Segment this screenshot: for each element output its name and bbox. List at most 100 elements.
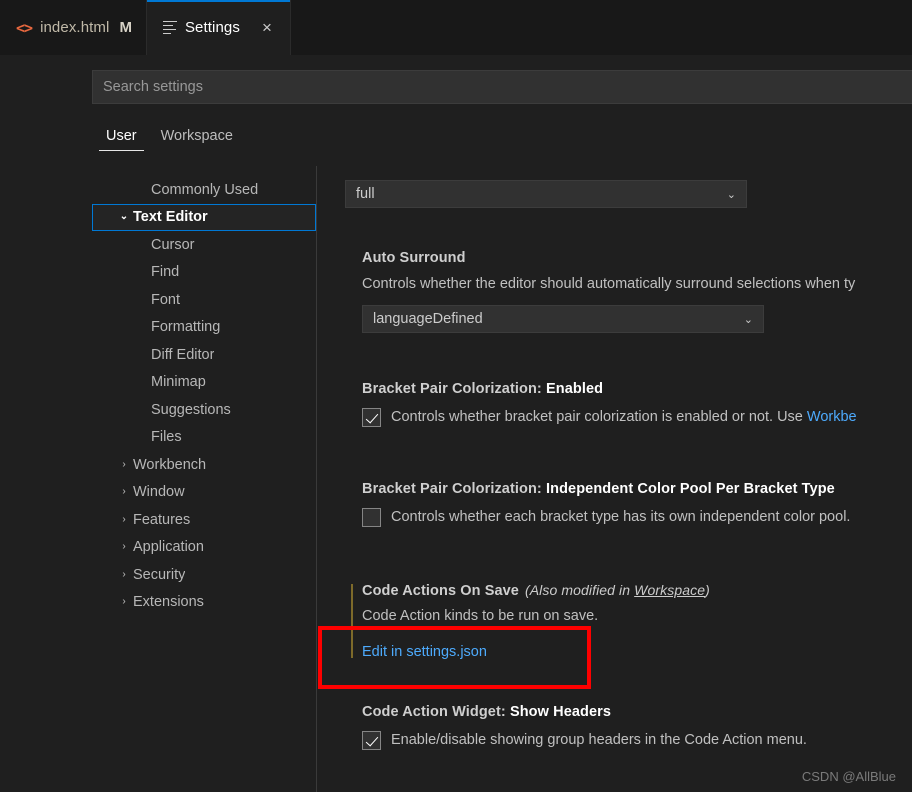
- workbench-link[interactable]: Workbe: [807, 409, 857, 425]
- checkbox-bracket-pair-colorization-enabled[interactable]: [362, 408, 381, 427]
- tab-user[interactable]: User: [96, 124, 147, 151]
- scope-note-suffix: ): [705, 582, 710, 598]
- toc-item-window[interactable]: › Window: [92, 479, 316, 507]
- setting-title-emphasis: Enabled: [546, 381, 604, 397]
- sidebar-divider: [316, 166, 317, 792]
- editor-tab-bar: <> index.html M Settings ×: [0, 0, 912, 55]
- settings-list: full ⌄ Auto Surround Controls whether th…: [345, 166, 912, 792]
- setting-title-text: Code Actions On Save: [362, 583, 519, 599]
- chevron-right-icon: ›: [122, 541, 126, 553]
- tab-index-html[interactable]: <> index.html M: [0, 0, 147, 55]
- toc-item-find[interactable]: Find: [92, 259, 316, 287]
- setting-bracket-enabled-checkbox-row: Controls whether bracket pair colorizati…: [362, 407, 857, 428]
- setting-title-emphasis: Independent Color Pool Per Bracket Type: [546, 481, 835, 497]
- chevron-right-icon: ›: [122, 596, 126, 608]
- setting-auto-surround-title: Auto Surround: [362, 250, 466, 266]
- tab-workspace-label: Workspace: [160, 128, 233, 144]
- checkbox-bracket-independent-color-pool[interactable]: [362, 508, 381, 527]
- scope-note-prefix: (Also modified in: [524, 582, 635, 598]
- toc-item-label: Workbench: [133, 456, 207, 473]
- toc-item-label: Text Editor: [133, 209, 208, 226]
- settings-list-icon: [162, 20, 177, 35]
- dropdown-full[interactable]: full ⌄: [345, 180, 747, 208]
- toc-item-label: Cursor: [151, 236, 195, 253]
- toc-item-files[interactable]: Files: [92, 424, 316, 452]
- setting-bracket-enabled-description: Controls whether bracket pair colorizati…: [391, 407, 857, 428]
- setting-bracket-pair-colorization-enabled: Bracket Pair Colorization: Enabled Contr…: [345, 381, 857, 428]
- toc-item-features[interactable]: › Features: [92, 506, 316, 534]
- setting-title-prefix: Bracket Pair Colorization:: [362, 381, 546, 397]
- checkbox-code-action-widget-show-headers[interactable]: [362, 731, 381, 750]
- watermark: CSDN @AllBlue: [801, 769, 896, 784]
- search-input[interactable]: [92, 70, 912, 104]
- toc-item-font[interactable]: Font: [92, 286, 316, 314]
- chevron-right-icon: ›: [122, 513, 126, 525]
- toc-item-workbench[interactable]: › Workbench: [92, 451, 316, 479]
- settings-scope-tabs: User Workspace: [96, 124, 243, 151]
- toc-item-suggestions[interactable]: Suggestions: [92, 396, 316, 424]
- toc-item-cursor[interactable]: Cursor: [92, 231, 316, 259]
- toc-item-label: Application: [133, 539, 204, 556]
- tab-settings[interactable]: Settings ×: [146, 0, 291, 55]
- toc-item-text-editor[interactable]: ⌄ Text Editor: [92, 203, 316, 231]
- toc-item-diff-editor[interactable]: Diff Editor: [92, 341, 316, 369]
- setting-auto-surround: Auto Surround Controls whether the edito…: [345, 250, 856, 334]
- toc-item-label: Font: [151, 291, 181, 308]
- setting-title-emphasis: Show Headers: [509, 704, 612, 720]
- search-settings-row: [92, 70, 912, 104]
- close-icon[interactable]: ×: [258, 19, 276, 36]
- dropdown-language-defined[interactable]: languageDefined ⌄: [362, 305, 764, 334]
- dropdown-language-defined-value: languageDefined: [373, 311, 483, 328]
- setting-code-action-widget-description: Enable/disable showing group headers in …: [391, 732, 807, 748]
- chevron-down-icon: ⌄: [726, 188, 736, 201]
- toc-item-label: Files: [151, 429, 182, 446]
- setting-bracket-pair-independent-pool: Bracket Pair Colorization: Independent C…: [345, 481, 850, 528]
- setting-bracket-independent-description: Controls whether each bracket type has i…: [391, 509, 851, 525]
- toc-item-label: Minimap: [151, 374, 206, 391]
- tab-index-html-label: index.html: [40, 19, 110, 36]
- toc-item-label: Find: [151, 264, 180, 281]
- toc-item-label: Extensions: [133, 594, 204, 611]
- toc-item-commonly-used[interactable]: Commonly Used: [92, 176, 316, 204]
- setting-code-actions-description: Code Action kinds to be run on save.: [362, 608, 599, 624]
- setting-code-action-widget-title: Code Action Widget: Show Headers: [362, 704, 807, 720]
- toc-item-label: Security: [133, 566, 186, 583]
- setting-auto-surround-description: Controls whether the editor should autom…: [362, 276, 856, 292]
- chevron-right-icon: ›: [122, 568, 126, 580]
- toc-item-formatting[interactable]: Formatting: [92, 314, 316, 342]
- toc-item-label: Diff Editor: [151, 346, 215, 363]
- setting-code-actions-title: Code Actions On Save (Also modified in Wo…: [362, 582, 710, 599]
- tab-dirty-indicator: M: [119, 19, 132, 36]
- tab-user-label: User: [106, 128, 137, 144]
- tab-workspace[interactable]: Workspace: [151, 124, 243, 151]
- toc-item-label: Suggestions: [151, 401, 231, 418]
- chevron-down-icon: ⌄: [743, 313, 753, 326]
- setting-title-prefix: Code Action Widget:: [362, 704, 510, 720]
- setting-code-actions-on-save: Code Actions On Save (Also modified in Wo…: [345, 582, 710, 660]
- toc-item-label: Commonly Used: [151, 181, 259, 198]
- toc-item-label: Window: [133, 484, 185, 501]
- edit-in-settings-json-link[interactable]: Edit in settings.json: [362, 644, 710, 660]
- setting-bracket-independent-checkbox-row: Controls whether each bracket type has i…: [362, 507, 850, 528]
- toc-item-security[interactable]: › Security: [92, 561, 316, 589]
- modified-indicator-bar: [351, 584, 353, 659]
- setting-bracket-enabled-title: Bracket Pair Colorization: Enabled: [362, 381, 857, 397]
- setting-code-action-widget-checkbox-row: Enable/disable showing group headers in …: [362, 730, 807, 751]
- chevron-right-icon: ›: [122, 486, 126, 498]
- toc-item-label: Formatting: [151, 319, 221, 336]
- html-file-icon: <>: [16, 18, 33, 37]
- vscode-settings-window: <> index.html M Settings × User Workspac…: [0, 0, 912, 792]
- chevron-right-icon: ›: [122, 458, 126, 470]
- setting-code-action-widget-show-headers: Code Action Widget: Show Headers Enable/…: [345, 704, 807, 751]
- setting-bracket-independent-title: Bracket Pair Colorization: Independent C…: [362, 481, 850, 497]
- tab-settings-label: Settings: [184, 19, 240, 36]
- setting-accessibility-support-dropdown-row: full ⌄: [345, 180, 747, 208]
- toc-item-label: Features: [133, 511, 191, 528]
- scope-note-workspace-link[interactable]: Workspace: [634, 582, 705, 598]
- toc-item-application[interactable]: › Application: [92, 534, 316, 562]
- settings-toc-tree: Commonly Used ⌄ Text Editor Cursor Find …: [92, 176, 316, 616]
- toc-item-minimap[interactable]: Minimap: [92, 369, 316, 397]
- toc-item-extensions[interactable]: › Extensions: [92, 589, 316, 617]
- chevron-down-icon: ⌄: [119, 211, 129, 223]
- setting-scope-note: (Also modified in Workspace): [525, 582, 710, 598]
